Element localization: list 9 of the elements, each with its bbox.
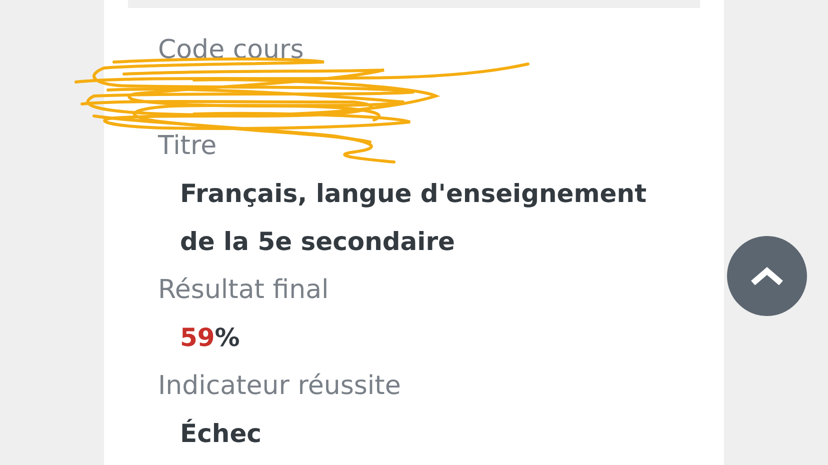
chevron-up-icon <box>751 267 783 285</box>
field-label: Indicateur réussite <box>158 370 401 403</box>
result-number: 59 <box>180 322 215 354</box>
field-value: Français, langue d'enseignement de la 5e secondaire <box>179 178 648 258</box>
percent-sign: % <box>214 322 240 354</box>
field-label: Code cours <box>158 34 304 67</box>
field-value: Échec <box>179 418 262 450</box>
field-label: Titre <box>158 130 217 163</box>
field-label: Résultat final <box>158 274 329 307</box>
